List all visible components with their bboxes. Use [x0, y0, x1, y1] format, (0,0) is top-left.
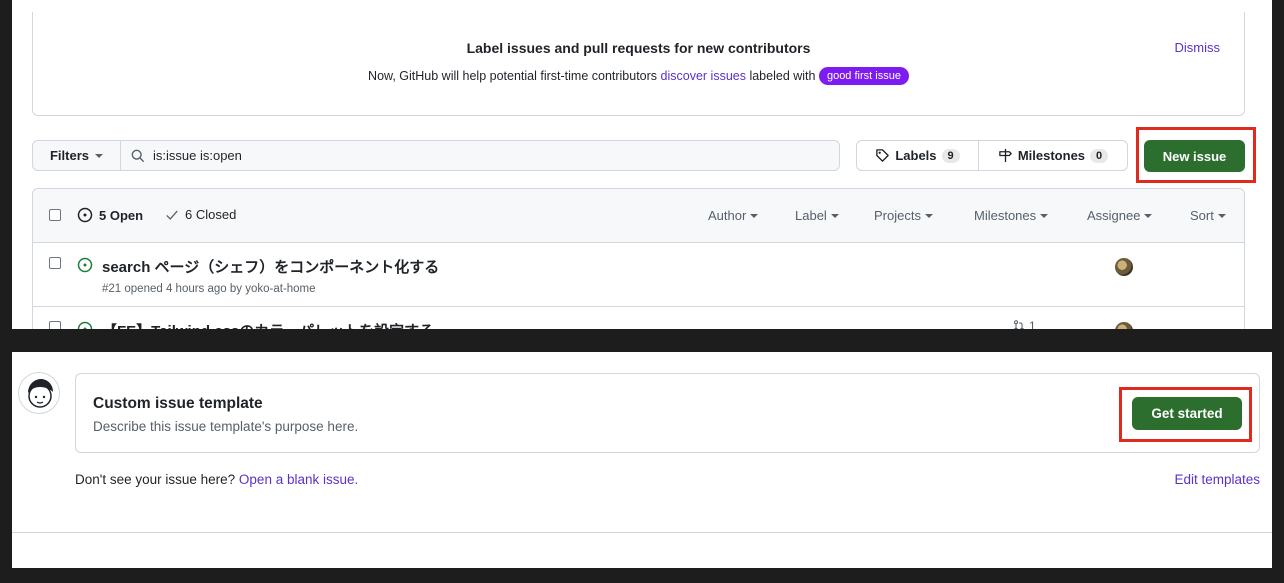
- chevron-down-icon: [750, 213, 759, 218]
- issue-open-icon: [77, 321, 93, 329]
- labels-label: Labels: [895, 148, 937, 163]
- issue-row: 【FE】Tailwind cssのカラーパレットを設定する 1: [33, 307, 1244, 329]
- issue-checkbox[interactable]: [49, 321, 61, 329]
- issue-open-icon: [77, 207, 93, 223]
- milestones-button[interactable]: Milestones 0: [978, 140, 1128, 171]
- get-started-button[interactable]: Get started: [1132, 397, 1242, 430]
- banner-title: Label issues and pull requests for new c…: [466, 40, 811, 56]
- assignee-avatar[interactable]: [1115, 258, 1133, 276]
- issue-checkbox[interactable]: [49, 257, 61, 269]
- sort-filter-label: Sort: [1190, 208, 1214, 223]
- chevron-down-icon: [830, 213, 839, 218]
- closed-issues-tab[interactable]: 6 Closed: [165, 207, 236, 222]
- user-avatar-icon: [28, 379, 53, 408]
- filters-button[interactable]: Filters: [32, 140, 121, 171]
- projects-filter[interactable]: Projects: [874, 208, 933, 223]
- blank-issue-prefix: Don't see your issue here?: [75, 472, 239, 487]
- blank-issue-prompt: Don't see your issue here? Open a blank …: [75, 472, 358, 487]
- milestones-filter[interactable]: Milestones: [974, 208, 1049, 223]
- milestones-filter-label: Milestones: [974, 208, 1037, 223]
- chevron-down-icon: [1144, 213, 1153, 218]
- assignee-filter-label: Assignee: [1087, 208, 1141, 223]
- good-first-issue-label[interactable]: good first issue: [818, 67, 909, 85]
- linked-pr-count-value: 1: [1029, 319, 1036, 329]
- banner-desc-prefix: Now, GitHub will help potential first-ti…: [368, 69, 661, 83]
- labels-count: 9: [941, 148, 960, 163]
- discover-issues-link[interactable]: discover issues: [661, 69, 746, 83]
- search-bar[interactable]: [120, 140, 840, 171]
- linked-pr-count[interactable]: 1: [1013, 319, 1036, 329]
- issues-list: 5 Open 6 Closed Author Label Projects Mi…: [32, 188, 1245, 329]
- open-blank-issue-link[interactable]: Open a blank issue.: [239, 472, 358, 487]
- contributor-banner: Label issues and pull requests for new c…: [32, 12, 1245, 116]
- check-icon: [166, 210, 178, 220]
- issue-row: search ページ（シェフ）をコンポーネント化する #21 opened 4 …: [33, 243, 1244, 307]
- labels-button[interactable]: Labels 9: [856, 140, 979, 171]
- milestone-icon: [999, 148, 1012, 163]
- issue-title-link[interactable]: 【FE】Tailwind cssのカラーパレットを設定する: [102, 320, 434, 329]
- avatar: [18, 372, 60, 414]
- chevron-down-icon: [1217, 213, 1226, 218]
- author-filter[interactable]: Author: [708, 208, 759, 223]
- label-filter[interactable]: Label: [795, 208, 839, 223]
- issue-title-link[interactable]: search ページ（シェフ）をコンポーネント化する: [102, 256, 439, 277]
- divider: [12, 532, 1272, 533]
- open-count-label: 5 Open: [99, 207, 144, 223]
- issue-template-card: Custom issue template Describe this issu…: [75, 373, 1260, 453]
- new-issue-button[interactable]: New issue: [1144, 140, 1245, 172]
- banner-description: Now, GitHub will help potential first-ti…: [33, 67, 1244, 85]
- open-issues-tab[interactable]: 5 Open: [77, 207, 143, 223]
- assignee-avatar[interactable]: [1115, 322, 1133, 329]
- issue-open-icon: [77, 257, 93, 273]
- tag-icon: [876, 149, 890, 162]
- search-icon: [131, 149, 145, 162]
- template-name: Custom issue template: [93, 395, 263, 412]
- select-all-checkbox[interactable]: [49, 209, 61, 221]
- milestones-label: Milestones: [1017, 148, 1086, 163]
- search-input[interactable]: [153, 148, 753, 163]
- issue-templates-panel: Custom issue template Describe this issu…: [12, 352, 1272, 568]
- filters-label: Filters: [49, 148, 89, 163]
- label-filter-label: Label: [795, 208, 827, 223]
- template-description: Describe this issue template's purpose h…: [93, 419, 359, 434]
- closed-count-label: 6 Closed: [185, 207, 237, 222]
- chevron-down-icon: [95, 153, 103, 158]
- chevron-down-icon: [1040, 213, 1049, 218]
- chevron-down-icon: [924, 213, 933, 218]
- sort-filter[interactable]: Sort: [1190, 208, 1226, 223]
- pull-request-icon: [1013, 320, 1024, 329]
- issues-list-header: 5 Open 6 Closed Author Label Projects Mi…: [33, 189, 1244, 243]
- banner-desc-mid: labeled with: [745, 69, 819, 83]
- issues-panel: Label issues and pull requests for new c…: [12, 0, 1272, 329]
- milestones-count: 0: [1090, 148, 1109, 163]
- author-filter-label: Author: [708, 208, 747, 223]
- issue-meta: #21 opened 4 hours ago by yoko-at-home: [102, 283, 316, 295]
- dismiss-link[interactable]: Dismiss: [1175, 40, 1221, 55]
- edit-templates-link[interactable]: Edit templates: [1174, 472, 1260, 487]
- projects-filter-label: Projects: [874, 208, 921, 223]
- assignee-filter[interactable]: Assignee: [1087, 208, 1153, 223]
